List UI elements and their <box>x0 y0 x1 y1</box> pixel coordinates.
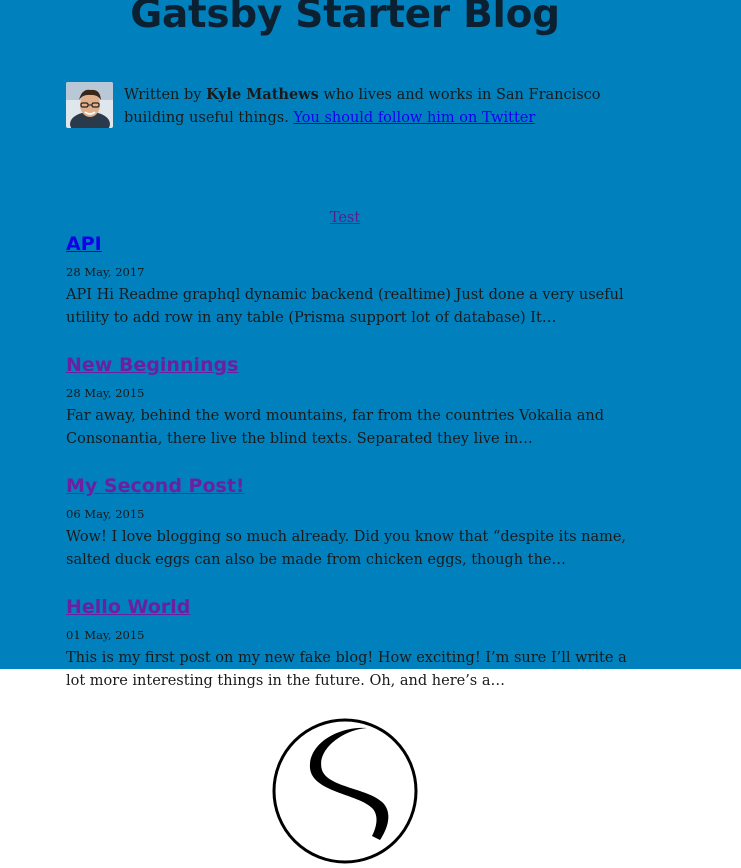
post-title-link[interactable]: API <box>66 232 631 256</box>
page-content: Gatsby Starter Blog Written by Kyle Math… <box>0 0 741 864</box>
post-item: My Second Post! 06 May, 2015 Wow! I love… <box>66 474 631 572</box>
author-name: Kyle Mathews <box>206 86 319 103</box>
post-date: 28 May, 2015 <box>66 386 145 400</box>
post-title-link[interactable]: Hello World <box>66 595 631 619</box>
post-date: 06 May, 2015 <box>66 507 145 521</box>
avatar-image <box>66 82 113 128</box>
bio-prefix: Written by <box>124 87 207 103</box>
post-item: API 28 May, 2017 API Hi Readme graphql d… <box>66 232 631 330</box>
bio-text: Written by Kyle Mathews who lives and wo… <box>124 83 604 130</box>
gatsby-logo <box>272 718 418 864</box>
post-excerpt: API Hi Readme graphql dynamic backend (r… <box>66 287 624 326</box>
post-excerpt: This is my first post on my new fake blo… <box>66 650 627 689</box>
post-excerpt: Wow! I love blogging so much already. Di… <box>66 529 627 568</box>
post-item: New Beginnings 28 May, 2015 Far away, be… <box>66 353 631 451</box>
post-excerpt: Far away, behind the word mountains, far… <box>66 408 605 447</box>
post-title-link[interactable]: New Beginnings <box>66 353 631 377</box>
logo-icon <box>272 718 418 864</box>
author-bio: Written by Kyle Mathews who lives and wo… <box>66 82 606 132</box>
post-date: 01 May, 2015 <box>66 628 145 642</box>
post-item: Hello World 01 May, 2015 This is my firs… <box>66 595 631 693</box>
site-title[interactable]: Gatsby Starter Blog <box>0 0 690 37</box>
test-link[interactable]: Test <box>0 210 690 226</box>
post-date: 28 May, 2017 <box>66 265 145 279</box>
author-avatar <box>66 82 113 128</box>
post-title-link[interactable]: My Second Post! <box>66 474 631 498</box>
twitter-link[interactable]: You should follow him on Twitter <box>293 110 535 126</box>
